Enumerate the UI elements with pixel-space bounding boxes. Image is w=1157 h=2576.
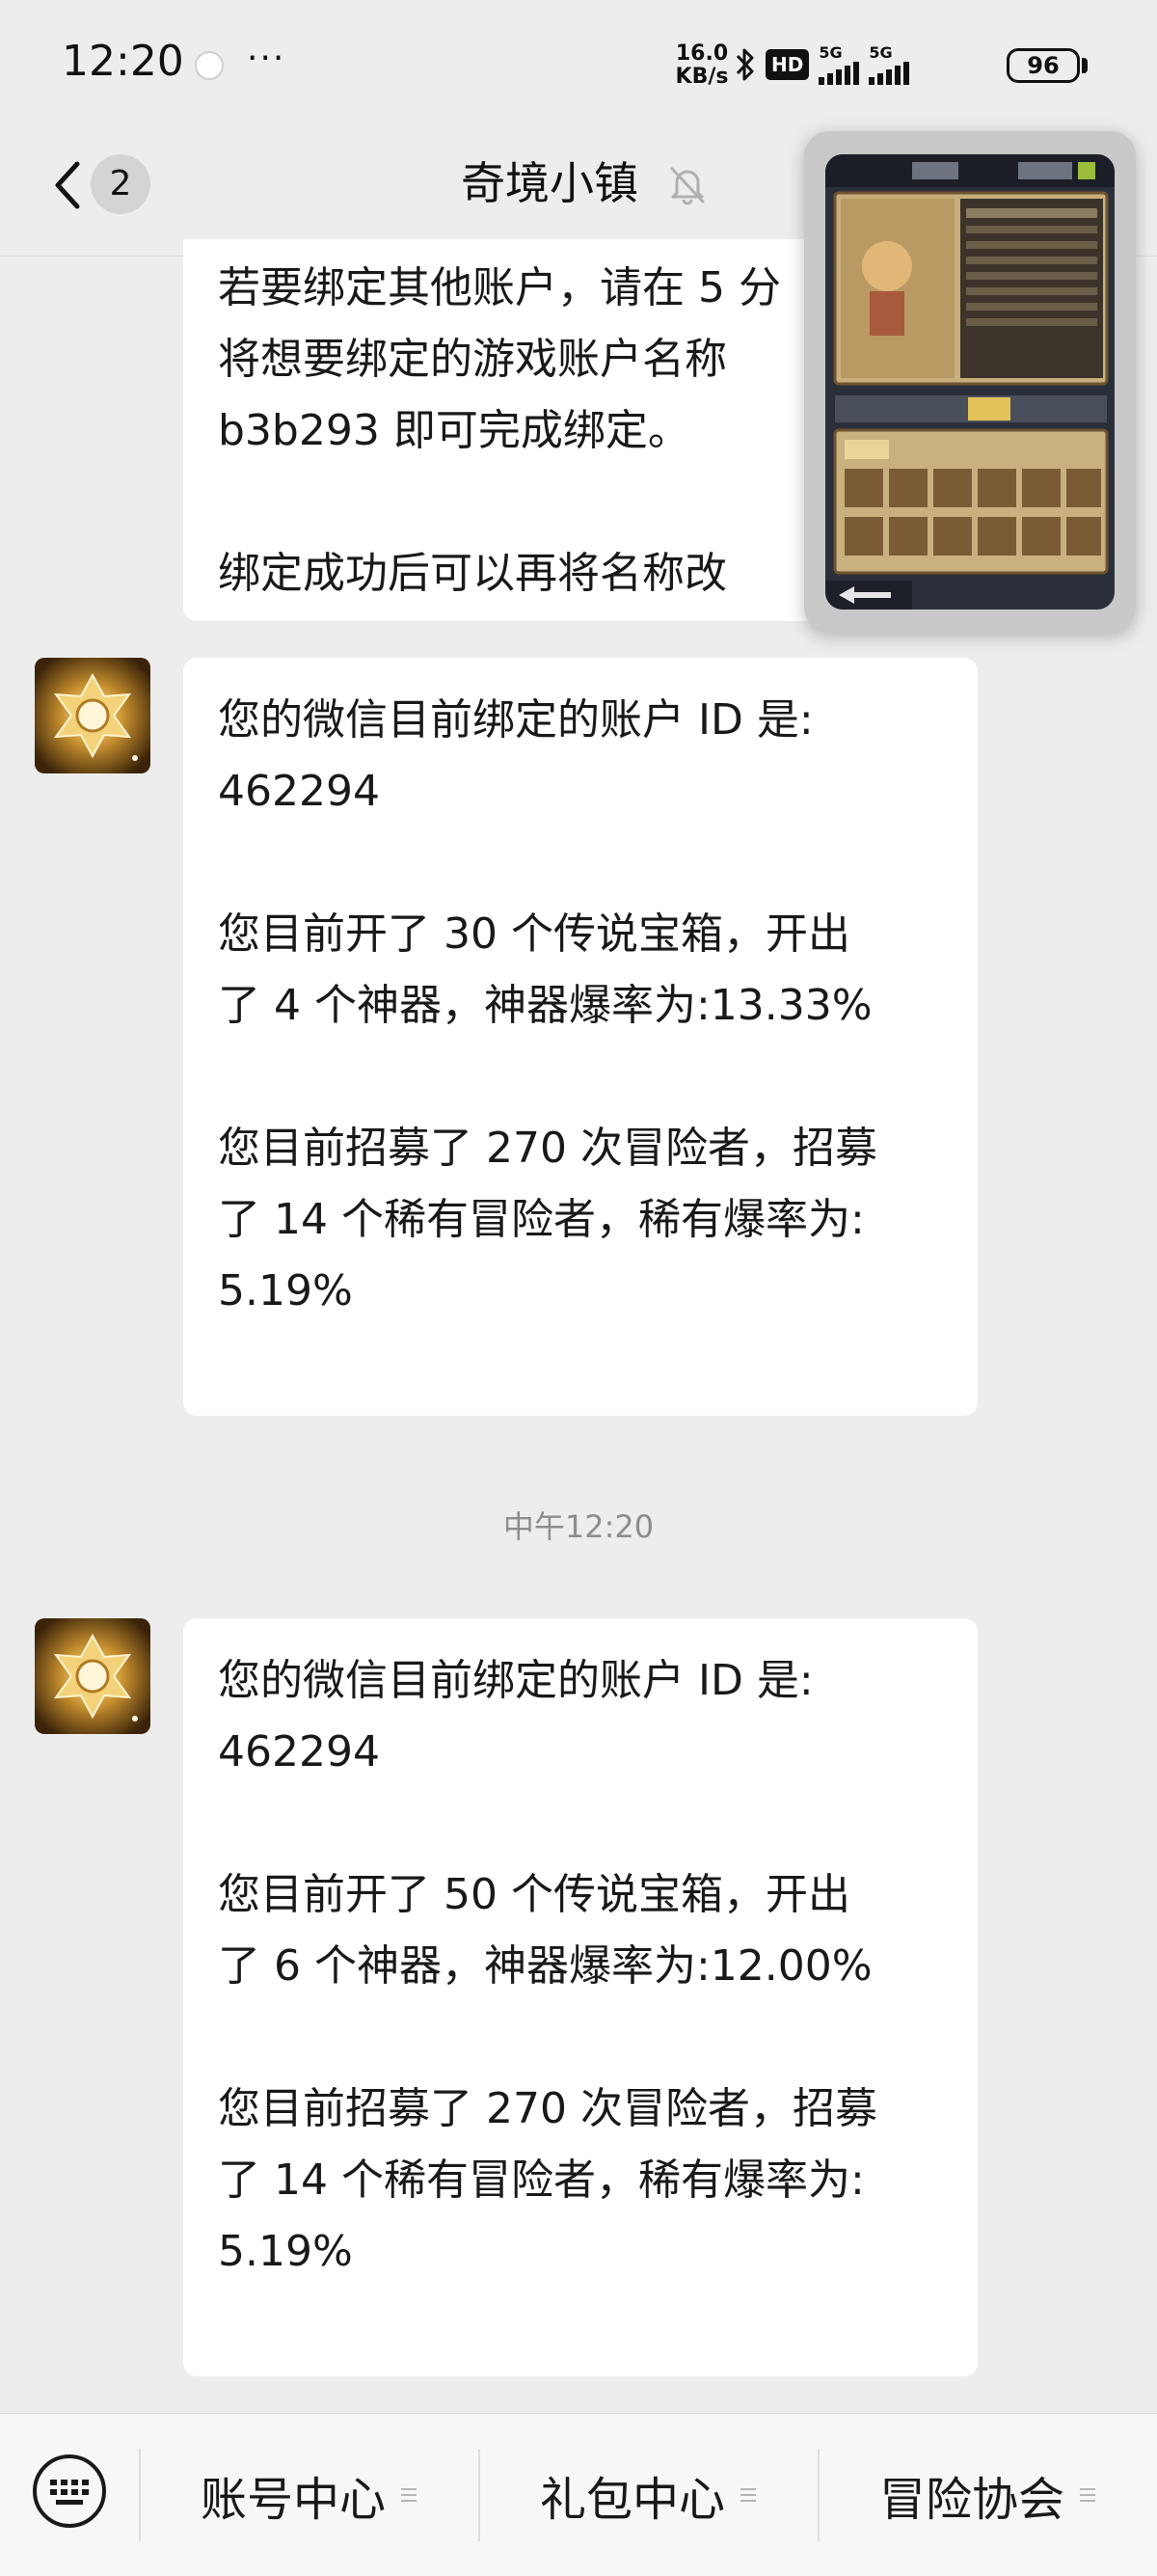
sender-avatar[interactable] bbox=[35, 1618, 150, 1734]
signal-strength-icon-2: 5G bbox=[869, 43, 910, 85]
message-bubble-3[interactable]: 您的微信目前绑定的账户 ID 是: 462294 您目前开了 50 个传说宝箱，… bbox=[183, 1618, 978, 2376]
menu-gift-center[interactable]: 礼包中心 bbox=[480, 2414, 818, 2576]
network-speed-unit: KB/s bbox=[675, 65, 729, 89]
golden-emblem-avatar-icon bbox=[35, 658, 150, 773]
signal-strength-icon: 5G bbox=[819, 43, 860, 85]
status-icons: HD 5G 5G bbox=[735, 41, 910, 89]
hd-voice-badge: HD bbox=[766, 49, 810, 80]
chat-title: 奇境小镇 bbox=[461, 157, 638, 209]
status-bar: 12:20 ··· 16.0 KB/s HD 5G 5G 96 bbox=[0, 0, 1157, 125]
battery-icon: 96 bbox=[1007, 48, 1080, 83]
menu-lines-icon bbox=[401, 2488, 417, 2502]
network-type-label-2: 5G bbox=[869, 43, 893, 62]
bluetooth-icon bbox=[736, 48, 754, 81]
keyboard-icon[interactable] bbox=[31, 2453, 108, 2530]
game-screenshot-thumbnail bbox=[825, 154, 1115, 610]
network-speed-value: 16.0 bbox=[675, 41, 729, 66]
message-bubble-2[interactable]: 您的微信目前绑定的账户 ID 是: 462294 您目前开了 30 个传说宝箱，… bbox=[183, 658, 978, 1416]
menu-label: 冒险协会 bbox=[878, 2473, 1064, 2527]
menu-lines-icon bbox=[1080, 2488, 1095, 2502]
status-time: 12:20 bbox=[62, 37, 184, 86]
menu-label: 礼包中心 bbox=[539, 2473, 725, 2527]
status-more-icon: ··· bbox=[247, 39, 286, 78]
message-timestamp: 中午12:20 bbox=[502, 1508, 655, 1545]
chevron-left-icon[interactable] bbox=[48, 154, 94, 216]
notification-dot-icon bbox=[195, 51, 224, 80]
menu-label: 账号中心 bbox=[200, 2473, 386, 2527]
network-speed: 16.0 KB/s bbox=[670, 42, 734, 89]
battery-tip bbox=[1082, 58, 1088, 73]
menu-lines-icon bbox=[740, 2488, 756, 2502]
bottom-menu-bar: 账号中心 礼包中心 冒险协会 bbox=[0, 2413, 1157, 2576]
golden-emblem-avatar-icon bbox=[35, 1618, 150, 1734]
menu-account-center[interactable]: 账号中心 bbox=[141, 2414, 478, 2576]
sender-avatar[interactable] bbox=[35, 658, 150, 773]
menu-adventure-guild[interactable]: 冒险协会 bbox=[820, 2414, 1157, 2576]
floating-mini-window[interactable] bbox=[804, 131, 1136, 633]
unread-count-badge[interactable]: 2 bbox=[91, 154, 150, 214]
mini-game-screen[interactable] bbox=[825, 154, 1115, 610]
network-type-label: 5G bbox=[819, 43, 843, 62]
bell-off-icon bbox=[670, 167, 705, 205]
